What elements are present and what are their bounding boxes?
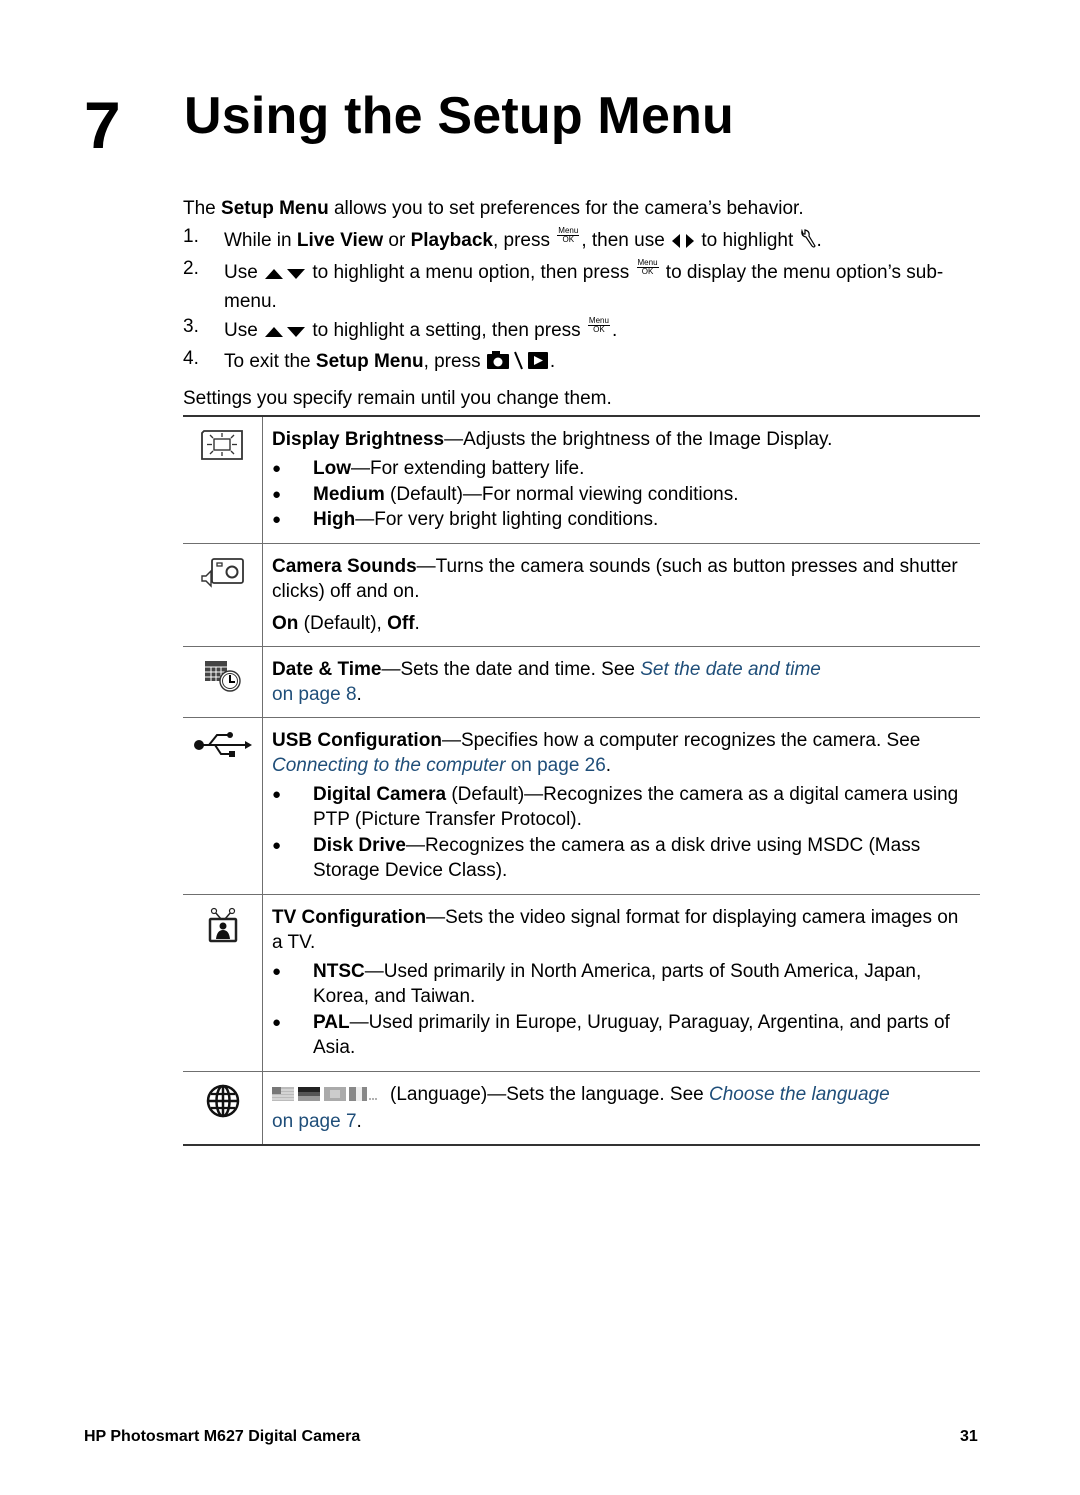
up-down-arrows-icon bbox=[263, 263, 307, 289]
choose-language-page-link[interactable]: on page 7 bbox=[272, 1111, 357, 1132]
connecting-computer-page-link[interactable]: on page 26 bbox=[505, 755, 606, 776]
usb-icon bbox=[193, 731, 253, 765]
intro-section: The Setup Menu allows you to set prefere… bbox=[183, 196, 983, 411]
list-item: Medium (Default)—For normal viewing cond… bbox=[272, 482, 972, 508]
option-row-tv-configuration: TV Configuration—Sets the video signal f… bbox=[183, 894, 980, 1071]
option-row-camera-sounds: Camera Sounds—Turns the camera sounds (s… bbox=[183, 543, 980, 646]
option-row-display-brightness: Display Brightness—Adjusts the brightnes… bbox=[183, 416, 980, 543]
setup-menu-term: Setup Menu bbox=[221, 198, 329, 219]
step-2: 2. Use to highlight a menu option, then p… bbox=[183, 258, 944, 312]
list-item: Digital Camera (Default)—Recognizes the … bbox=[272, 782, 972, 833]
display-brightness-icon bbox=[200, 430, 245, 466]
sounds-values: On (Default), Off. bbox=[272, 612, 420, 634]
language-flags-icon bbox=[272, 1084, 380, 1109]
steps-list: 1. While in Live View or Playback, press … bbox=[183, 226, 983, 378]
left-right-arrows-icon bbox=[670, 231, 696, 257]
page-number: 31 bbox=[960, 1428, 978, 1445]
footer-title: HP Photosmart M627 Digital Camera bbox=[84, 1428, 361, 1445]
tv-options-list: NTSC—Used primarily in North America, pa… bbox=[272, 959, 972, 1061]
option-row-date-time: Date & Time—Sets the date and time. See … bbox=[183, 646, 980, 717]
up-down-arrows-icon bbox=[263, 321, 307, 347]
step-3: 3. Use to highlight a setting, then press… bbox=[183, 316, 983, 347]
chapter-number: 7 bbox=[84, 88, 121, 162]
list-item: PAL—Used primarily in Europe, Uruguay, P… bbox=[272, 1010, 972, 1061]
globe-icon bbox=[206, 1084, 240, 1123]
camera-playback-icon bbox=[486, 350, 550, 378]
tv-icon bbox=[206, 907, 240, 948]
brightness-options-list: Low—For extending battery life. Medium (… bbox=[272, 456, 972, 533]
list-item: High—For very bright lighting conditions… bbox=[272, 507, 972, 533]
wrench-icon bbox=[799, 228, 817, 257]
step-1: 1. While in Live View or Playback, press … bbox=[183, 226, 983, 257]
menu-ok-icon: Menu OK bbox=[587, 316, 610, 334]
set-date-time-link[interactable]: Set the date and time bbox=[640, 659, 821, 680]
option-row-language: (Language)—Sets the language. See Choose… bbox=[183, 1071, 980, 1145]
intro-outro: Settings you specify remain until you ch… bbox=[183, 388, 612, 409]
setup-options-table: Display Brightness—Adjusts the brightnes… bbox=[183, 415, 980, 1146]
option-row-usb-configuration: USB Configuration—Specifies how a comput… bbox=[183, 717, 980, 894]
date-time-icon bbox=[203, 660, 243, 698]
list-item: NTSC—Used primarily in North America, pa… bbox=[272, 959, 972, 1010]
list-item: Disk Drive—Recognizes the camera as a di… bbox=[272, 833, 972, 884]
step-4: 4. To exit the Setup Menu, press . bbox=[183, 348, 983, 378]
connecting-computer-link[interactable]: Connecting to the computer bbox=[272, 755, 505, 776]
list-item: Low—For extending battery life. bbox=[272, 456, 972, 482]
intro-lead: The Setup Menu allows you to set prefere… bbox=[183, 198, 804, 219]
choose-language-link[interactable]: Choose the language bbox=[709, 1084, 890, 1105]
camera-sounds-icon bbox=[200, 557, 246, 593]
menu-ok-icon: Menu OK bbox=[636, 258, 659, 276]
set-date-time-page-link[interactable]: on page 8 bbox=[272, 684, 357, 705]
chapter-title: Using the Setup Menu bbox=[184, 87, 734, 145]
usb-options-list: Digital Camera (Default)—Recognizes the … bbox=[272, 782, 972, 884]
menu-ok-icon: Menu OK bbox=[557, 226, 580, 244]
